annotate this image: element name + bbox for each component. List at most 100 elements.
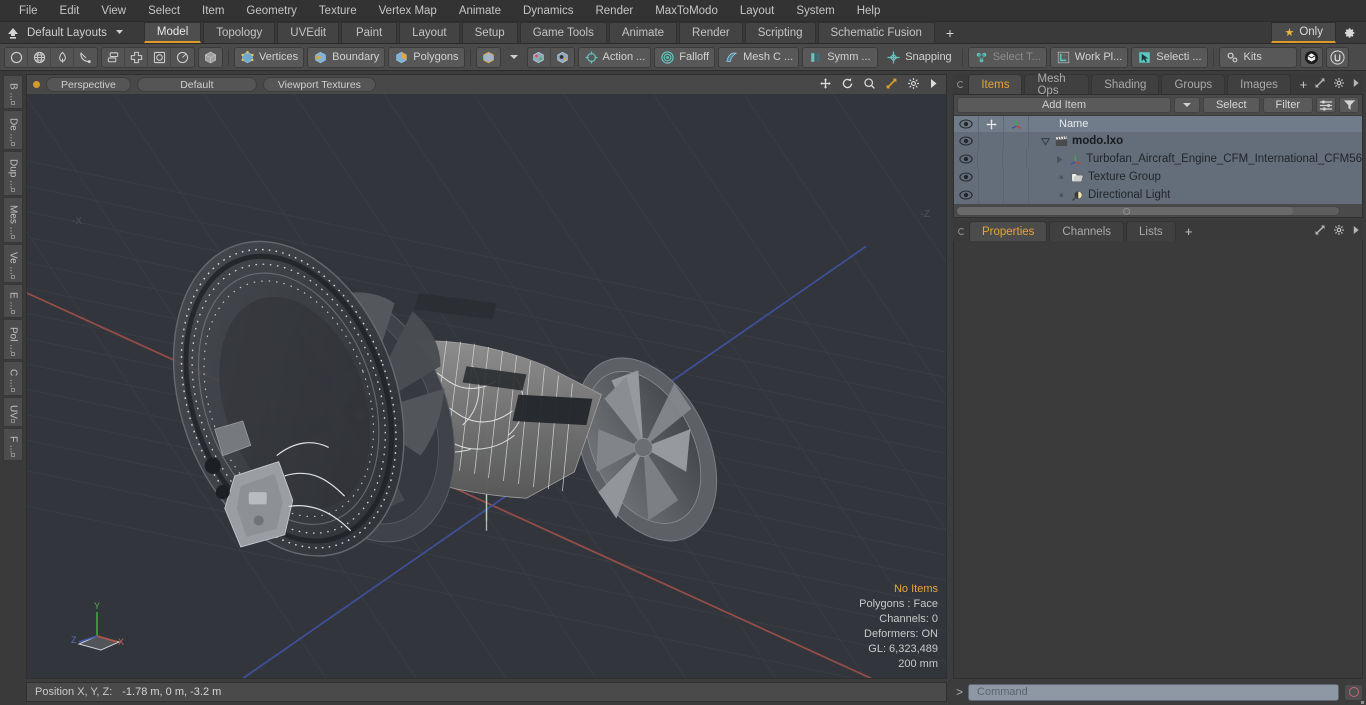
properties-maximize-icon[interactable] <box>1314 224 1326 239</box>
left-tool-tab-0[interactable]: B ... <box>3 75 23 109</box>
kits-button[interactable]: Kits <box>1218 46 1364 704</box>
tab-groups[interactable]: Groups <box>1161 74 1226 94</box>
menu-item-animate[interactable]: Animate <box>448 0 512 22</box>
left-tool-tab-3[interactable]: Mes ... <box>3 197 23 244</box>
row-axis-cell[interactable] <box>1003 150 1028 168</box>
layout-settings-gear-icon[interactable] <box>1336 22 1362 43</box>
panel-settings-gear-icon[interactable] <box>1333 77 1345 92</box>
menu-item-maxtomodo[interactable]: MaxToModo <box>644 0 729 22</box>
layout-tab-game-tools[interactable]: Game Tools <box>519 22 607 43</box>
zoom-view-icon[interactable] <box>863 77 876 93</box>
tab-channels[interactable]: Channels <box>1049 221 1125 241</box>
add-properties-tab-button[interactable]: + <box>1178 221 1200 241</box>
menu-item-view[interactable]: View <box>90 0 137 22</box>
move-tool-icon[interactable] <box>125 46 148 68</box>
menu-item-texture[interactable]: Texture <box>308 0 368 22</box>
menu-item-vertex-map[interactable]: Vertex Map <box>368 0 448 22</box>
viewport-shading-selector[interactable]: Default <box>136 77 257 92</box>
globe-tool-icon[interactable] <box>28 46 51 68</box>
home-layout-icon[interactable] <box>5 25 21 41</box>
layout-tab-model[interactable]: Model <box>143 22 202 43</box>
select-button[interactable]: Select <box>1202 97 1260 113</box>
row-visibility-eye-icon[interactable] <box>954 186 979 204</box>
row-lock-cell[interactable] <box>979 186 1004 204</box>
layout-tab-render[interactable]: Render <box>679 22 743 43</box>
only-toggle[interactable]: ★ Only <box>1271 22 1336 43</box>
item-list-row[interactable]: modo.lxo <box>954 132 1362 150</box>
curve-tool-icon[interactable] <box>74 47 97 68</box>
menu-item-item[interactable]: Item <box>191 0 235 22</box>
left-tool-tab-4[interactable]: Ve ... <box>3 244 23 283</box>
layout-tab-schematic-fusion[interactable]: Schematic Fusion <box>817 22 935 43</box>
row-axis-cell[interactable] <box>1004 132 1029 150</box>
viewport-settings-gear-icon[interactable] <box>907 77 920 93</box>
left-tool-tab-7[interactable]: C ... <box>3 361 23 396</box>
filter-button[interactable]: Filter <box>1262 97 1313 113</box>
falloff-button[interactable]: Falloff <box>654 46 716 68</box>
item-list-row[interactable]: Directional Light <box>954 186 1362 204</box>
add-layout-tab-button[interactable]: + <box>937 22 963 43</box>
layouts-chevron-down-icon[interactable] <box>115 27 124 39</box>
add-item-dropdown-button[interactable] <box>1173 97 1200 113</box>
viewport-axis-gizmo[interactable]: Y X Z <box>67 598 131 656</box>
left-tool-tab-8[interactable]: UV <box>3 396 23 427</box>
layout-tab-layout[interactable]: Layout <box>399 22 460 43</box>
tab-images[interactable]: Images <box>1227 74 1291 94</box>
layout-tab-uvedit[interactable]: UVEdit <box>277 22 340 43</box>
viewport-textures-selector[interactable]: Viewport Textures <box>262 77 376 92</box>
row-expander-expanded-icon[interactable] <box>1039 137 1051 146</box>
item-row-name-cell[interactable]: Directional Light <box>1029 186 1362 204</box>
command-input[interactable]: Command <box>968 683 1339 701</box>
panel-maximize-icon[interactable] <box>1314 77 1326 92</box>
command-record-stop-button[interactable] <box>1344 683 1363 701</box>
menu-item-select[interactable]: Select <box>137 0 191 22</box>
properties-menu-arrow-icon[interactable] <box>1352 225 1360 238</box>
item-row-name-cell[interactable]: Turbofan_Aircraft_Engine_CFM_Internation… <box>1027 150 1362 168</box>
vertices-mode-button[interactable]: Vertices <box>234 46 305 68</box>
work-plane-button[interactable]: Work Pl... <box>1049 46 1364 704</box>
item-row-name-cell[interactable]: modo.lxo <box>1029 132 1362 150</box>
shader-preview-a-icon[interactable] <box>528 46 551 68</box>
menu-item-edit[interactable]: Edit <box>49 0 91 22</box>
item-row-name-cell[interactable]: Texture Group <box>1029 168 1362 186</box>
action-center-button[interactable]: Action ... <box>577 46 1364 704</box>
align-tool-icon[interactable] <box>102 46 125 68</box>
row-lock-cell[interactable] <box>979 168 1004 186</box>
menu-item-geometry[interactable]: Geometry <box>235 0 308 22</box>
left-tool-tab-5[interactable]: E ... <box>3 283 23 318</box>
left-tool-tab-2[interactable]: Dup ... <box>3 150 23 197</box>
left-tool-tab-9[interactable]: F ... <box>3 427 23 461</box>
menu-item-system[interactable]: System <box>785 0 845 22</box>
snapping-button[interactable]: Snapping <box>881 47 957 68</box>
menu-item-layout[interactable]: Layout <box>729 0 786 22</box>
tab-lists[interactable]: Lists <box>1126 221 1176 241</box>
left-tool-tab-6[interactable]: Pol ... <box>3 318 23 361</box>
filter-funnel-icon[interactable] <box>1339 97 1359 113</box>
circle-tool-icon[interactable] <box>5 46 28 68</box>
menu-item-render[interactable]: Render <box>584 0 644 22</box>
add-panel-tab-button[interactable]: + <box>1293 74 1314 94</box>
row-axis-cell[interactable] <box>1004 186 1029 204</box>
add-item-button[interactable]: Add Item <box>957 97 1171 113</box>
selection-sets-button[interactable]: Selecti ... <box>1131 46 1364 704</box>
row-visibility-eye-icon[interactable] <box>954 150 979 168</box>
default-layouts-label[interactable]: Default Layouts <box>27 27 111 39</box>
menu-item-file[interactable]: File <box>8 0 49 22</box>
menu-item-dynamics[interactable]: Dynamics <box>512 0 584 22</box>
viewport-menu-arrow-icon[interactable] <box>929 78 938 92</box>
layout-tab-paint[interactable]: Paint <box>341 22 398 43</box>
row-visibility-eye-icon[interactable] <box>954 132 979 150</box>
select-through-button[interactable]: Select T... <box>967 46 1047 68</box>
layout-tab-scripting[interactable]: Scripting <box>744 22 816 43</box>
shader-preview-b-icon[interactable] <box>551 47 574 68</box>
modo-badge-button[interactable] <box>1299 46 1323 68</box>
properties-settings-gear-icon[interactable] <box>1333 224 1345 239</box>
3d-viewport[interactable]: -X -Z Y X Z No Items Polygons : Face Chann… <box>26 94 947 679</box>
tab-items[interactable]: Items <box>968 74 1023 94</box>
pen-tool-icon[interactable] <box>51 46 74 68</box>
material-cube-button[interactable] <box>475 46 501 68</box>
symmetry-button[interactable]: Symm ... <box>802 46 879 68</box>
item-list-horizontal-scrollbar[interactable] <box>956 205 1340 216</box>
move-view-icon[interactable] <box>819 77 832 93</box>
row-visibility-eye-icon[interactable] <box>954 168 979 186</box>
